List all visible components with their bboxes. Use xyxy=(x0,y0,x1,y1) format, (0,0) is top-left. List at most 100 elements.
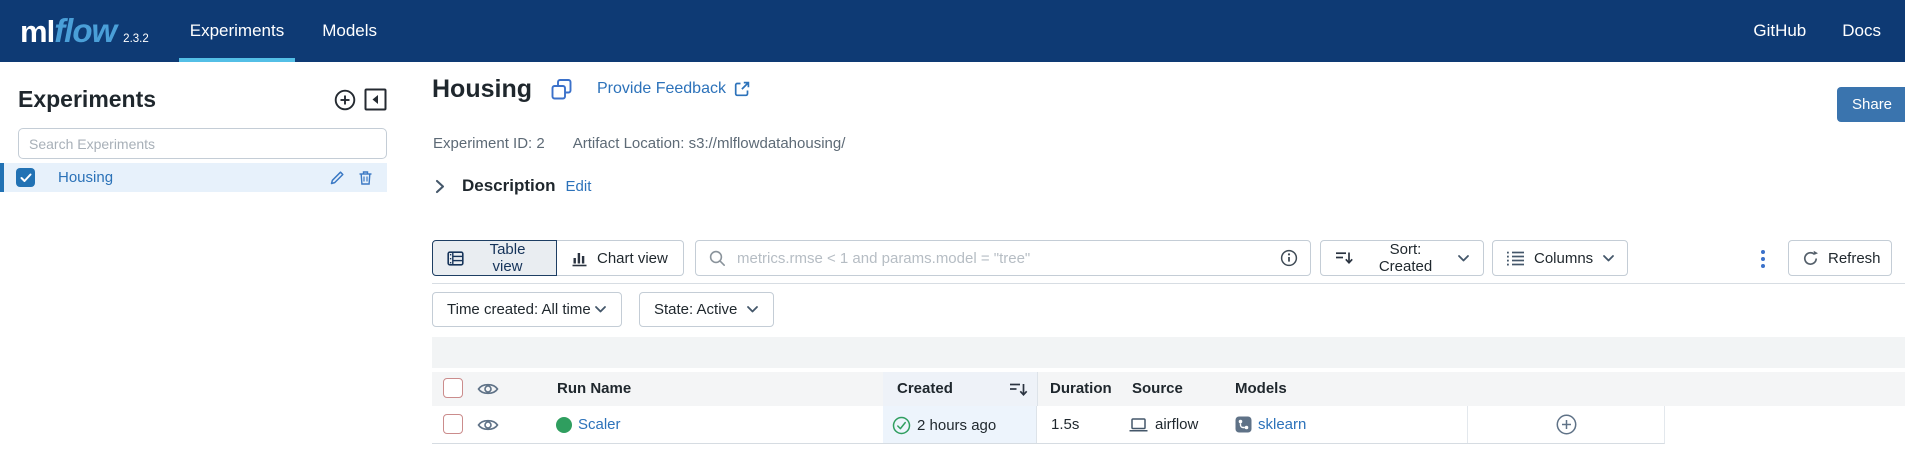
artifact-location-value: s3://mlflowdatahousing/ xyxy=(689,135,846,152)
run-row[interactable]: Scaler 2 hours ago 1.5s airflow sklearn xyxy=(432,406,1665,444)
columns-icon xyxy=(1506,250,1525,266)
created-cell: 2 hours ago xyxy=(892,416,996,435)
row-checkbox[interactable] xyxy=(443,414,463,434)
chart-view-icon xyxy=(571,250,588,267)
add-column-cell xyxy=(1467,406,1665,443)
experiment-name[interactable]: Housing xyxy=(58,169,113,186)
duration-value: 1.5s xyxy=(1051,416,1079,433)
run-search-box xyxy=(695,240,1311,276)
experiment-id-label: Experiment ID: xyxy=(433,135,532,152)
created-value: 2 hours ago xyxy=(917,417,996,434)
refresh-label: Refresh xyxy=(1828,250,1881,267)
model-link[interactable]: sklearn xyxy=(1258,416,1306,433)
column-header-source[interactable]: Source xyxy=(1132,380,1183,397)
refresh-icon xyxy=(1802,250,1819,267)
overflow-menu-icon xyxy=(1761,257,1765,261)
description-label: Description xyxy=(462,176,556,196)
runs-table-header: Run Name Created Duration Source Models xyxy=(432,372,1905,406)
sort-dropdown[interactable]: Sort: Created xyxy=(1320,240,1484,276)
time-created-filter[interactable]: Time created: All time xyxy=(432,292,622,327)
time-created-label: Time created: All time xyxy=(447,301,591,318)
add-column-icon xyxy=(1555,413,1578,436)
column-header-created[interactable]: Created xyxy=(897,380,953,397)
column-divider xyxy=(1037,372,1038,406)
select-all-checkbox[interactable] xyxy=(443,378,463,398)
chart-view-label: Chart view xyxy=(597,250,668,267)
experiments-sidebar: Experiments Housing xyxy=(0,62,412,464)
rename-experiment-button[interactable] xyxy=(329,170,345,186)
sidebar-item-housing[interactable]: Housing xyxy=(0,163,387,192)
table-view-icon xyxy=(447,250,464,267)
add-column-button[interactable] xyxy=(1555,413,1578,436)
chevron-down-icon xyxy=(1602,254,1615,263)
copy-experiment-button[interactable] xyxy=(550,78,573,101)
sort-descending-icon[interactable] xyxy=(1008,381,1030,398)
column-header-models[interactable]: Models xyxy=(1235,380,1287,397)
experiment-id-value: 2 xyxy=(536,135,544,152)
add-experiment-icon xyxy=(333,88,357,112)
visibility-icon[interactable] xyxy=(477,381,499,397)
finished-icon xyxy=(892,416,911,435)
source-cell: airflow xyxy=(1128,416,1198,433)
sort-icon xyxy=(1334,250,1354,266)
table-top-band xyxy=(432,337,1905,368)
provide-feedback-label: Provide Feedback xyxy=(597,80,726,98)
search-experiments-input[interactable] xyxy=(18,128,387,159)
experiment-detail-panel: Housing Provide Feedback Share Experimen… xyxy=(432,62,1905,464)
navbar-tabs: Experiments Models xyxy=(171,0,396,62)
add-experiment-button[interactable] xyxy=(333,88,357,112)
chevron-down-icon xyxy=(1457,254,1470,263)
top-navbar: mlflow 2.3.2 Experiments Models GitHub D… xyxy=(0,0,1905,62)
run-status-icon xyxy=(556,417,572,433)
logo-text-ml: ml xyxy=(20,14,54,50)
experiment-id: Experiment ID: 2 xyxy=(433,135,545,152)
chevron-down-icon xyxy=(594,305,607,314)
navbar-links: GitHub Docs xyxy=(1753,21,1881,41)
edit-icon xyxy=(329,170,345,186)
overflow-menu-icon xyxy=(1761,250,1765,254)
columns-label: Columns xyxy=(1534,250,1593,267)
toolbar-divider xyxy=(432,283,1905,284)
columns-dropdown[interactable]: Columns xyxy=(1492,240,1628,276)
column-header-run-name[interactable]: Run Name xyxy=(557,380,631,397)
copy-icon xyxy=(550,78,573,101)
refresh-button[interactable]: Refresh xyxy=(1788,240,1892,276)
selected-check-icon xyxy=(20,173,32,183)
tab-models[interactable]: Models xyxy=(309,0,390,62)
runs-toolbar: Table view Chart view Sort: Created xyxy=(432,240,1905,276)
github-link[interactable]: GitHub xyxy=(1753,21,1806,41)
run-name-link[interactable]: Scaler xyxy=(578,416,621,433)
state-filter[interactable]: State: Active xyxy=(639,292,774,327)
description-edit-link[interactable]: Edit xyxy=(566,178,592,195)
expand-icon xyxy=(435,179,445,194)
source-icon xyxy=(1128,417,1149,433)
chevron-down-icon xyxy=(746,305,759,314)
provide-feedback-link[interactable]: Provide Feedback xyxy=(597,80,751,98)
model-icon xyxy=(1235,416,1252,433)
overflow-menu-button[interactable] xyxy=(1756,247,1770,271)
chart-view-button[interactable]: Chart view xyxy=(557,240,684,276)
column-header-duration[interactable]: Duration xyxy=(1050,380,1112,397)
artifact-location: Artifact Location: s3://mlflowdatahousin… xyxy=(573,135,846,152)
table-view-button[interactable]: Table view xyxy=(432,240,557,276)
logo-text-flow: flow xyxy=(54,12,116,50)
delete-experiment-button[interactable] xyxy=(358,170,373,186)
artifact-location-label: Artifact Location: xyxy=(573,135,685,152)
view-toggle: Table view Chart view xyxy=(432,240,684,276)
info-icon[interactable] xyxy=(1280,249,1298,267)
filter-row: Time created: All time State: Active xyxy=(432,292,774,327)
state-filter-label: State: Active xyxy=(654,301,737,318)
collapse-sidebar-button[interactable] xyxy=(364,88,387,111)
table-view-label: Table view xyxy=(473,241,542,275)
sort-label: Sort: Created xyxy=(1363,241,1448,275)
tab-experiments[interactable]: Experiments xyxy=(177,0,297,62)
share-button[interactable]: Share xyxy=(1837,87,1905,122)
docs-link[interactable]: Docs xyxy=(1842,21,1881,41)
mlflow-logo: mlflow 2.3.2 xyxy=(20,12,149,50)
run-search-input[interactable] xyxy=(735,249,1271,268)
overflow-menu-icon xyxy=(1761,264,1765,268)
expand-description-button[interactable] xyxy=(435,179,445,194)
experiment-checkbox-checked[interactable] xyxy=(16,168,35,187)
page-title: Housing xyxy=(432,75,532,104)
visibility-icon[interactable] xyxy=(477,417,499,433)
